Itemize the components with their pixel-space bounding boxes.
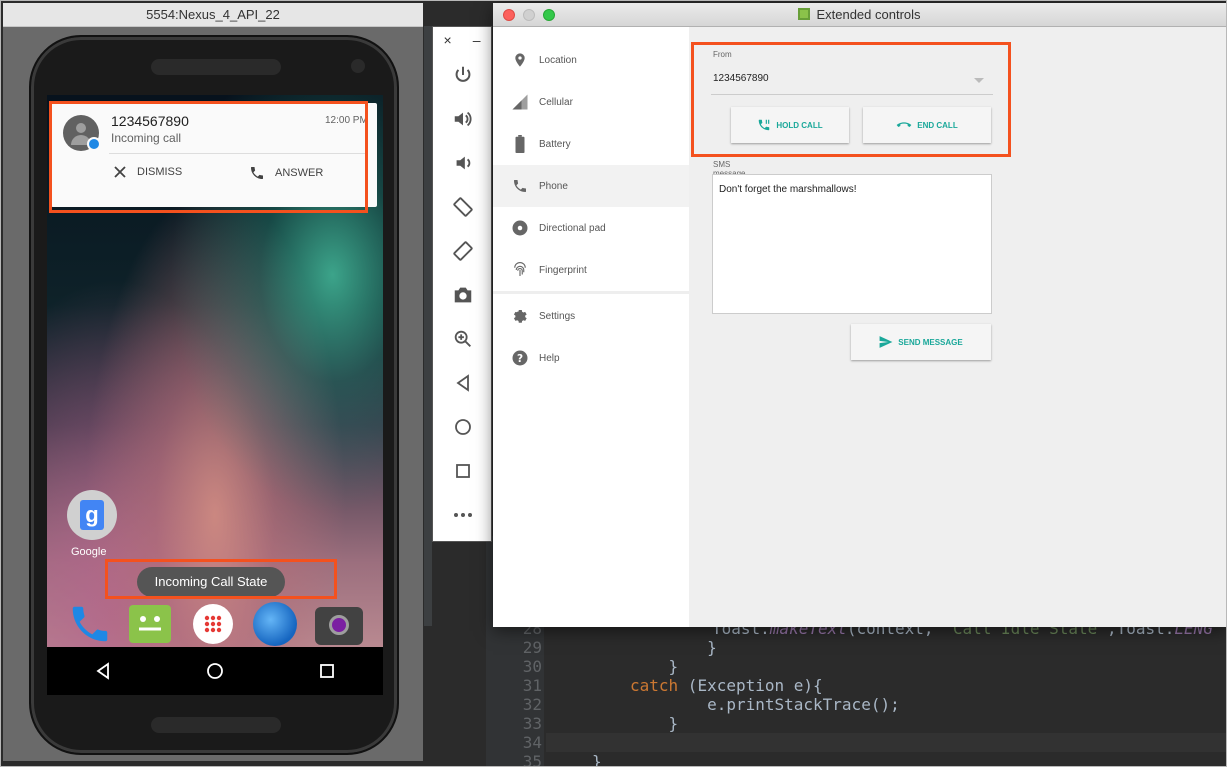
- sidebar-item-label: Battery: [539, 138, 571, 150]
- code-line-29: }: [630, 638, 717, 657]
- google-folder-icon[interactable]: g: [67, 490, 117, 540]
- speaker-grille: [151, 59, 281, 75]
- zoom-button[interactable]: [433, 317, 493, 361]
- sidebar-item-help[interactable]: ? Help: [493, 337, 689, 379]
- dpad-icon: [510, 218, 530, 238]
- emulator-title: 5554:Nexus_4_API_22: [3, 3, 423, 27]
- line-number: 31: [522, 676, 542, 695]
- highlight-box: [691, 42, 1011, 157]
- sidebar-item-battery[interactable]: Battery: [493, 123, 689, 165]
- toolbar-minimize-button[interactable]: –: [473, 32, 481, 48]
- line-number: 32: [522, 695, 542, 714]
- battery-icon: [510, 134, 530, 154]
- more-button[interactable]: [433, 493, 493, 537]
- home-icon: [455, 419, 471, 435]
- rotate-left-icon: [453, 197, 473, 217]
- help-icon: ?: [510, 348, 530, 368]
- code-line-32: e.printStackTrace();: [630, 695, 900, 714]
- sidebar-item-phone[interactable]: Phone: [493, 165, 689, 207]
- phone-screen[interactable]: 1234567890 Incoming call 12:00 PM DISMIS…: [47, 95, 383, 695]
- home-button[interactable]: [433, 405, 493, 449]
- zoom-icon: [454, 330, 471, 347]
- more-icon: [454, 513, 472, 517]
- sidebar-divider: [493, 291, 689, 294]
- fingerprint-icon: [510, 260, 530, 280]
- volume-down-icon: [456, 156, 471, 170]
- volume-up-button[interactable]: [433, 97, 493, 141]
- toolbar-close-button[interactable]: ×: [444, 32, 452, 48]
- sidebar-item-label: Cellular: [539, 96, 573, 108]
- power-button[interactable]: [433, 53, 493, 97]
- camera-app-icon[interactable]: [315, 607, 363, 645]
- line-number: 29: [522, 638, 542, 657]
- sidebar-item-label: Phone: [539, 180, 568, 192]
- rotate-left-button[interactable]: [433, 185, 493, 229]
- send-message-label: SEND MESSAGE: [898, 337, 963, 347]
- location-pin-icon: [510, 50, 530, 70]
- extended-controls-window: Extended controls Location Cellular Batt…: [493, 3, 1226, 627]
- overview-icon: [456, 464, 470, 478]
- volume-up-icon: [454, 111, 472, 127]
- caret-line-highlight: [546, 733, 1226, 752]
- camera-icon: [454, 287, 472, 303]
- android-nav-bar: [47, 647, 383, 695]
- signal-icon: [510, 92, 530, 112]
- front-camera: [351, 59, 365, 73]
- sidebar-item-label: Directional pad: [539, 222, 606, 234]
- power-icon: [455, 66, 471, 82]
- volume-down-button[interactable]: [433, 141, 493, 185]
- sidebar-item-settings[interactable]: Settings: [493, 295, 689, 337]
- back-icon[interactable]: [94, 662, 112, 680]
- sidebar-item-label: Fingerprint: [539, 264, 587, 276]
- app-drawer-icon[interactable]: [193, 604, 233, 644]
- toolbar-window-controls: × –: [433, 27, 491, 53]
- svg-text:?: ?: [517, 353, 523, 365]
- sidebar-item-fingerprint[interactable]: Fingerprint: [493, 249, 689, 291]
- speaker-grille: [151, 717, 281, 733]
- sidebar-item-location[interactable]: Location: [493, 39, 689, 81]
- code-line-35: }: [592, 752, 602, 767]
- sidebar-item-cellular[interactable]: Cellular: [493, 81, 689, 123]
- back-button[interactable]: [433, 361, 493, 405]
- line-number: 34: [522, 733, 542, 752]
- phone-icon: [510, 176, 530, 196]
- screenshot-button[interactable]: [433, 273, 493, 317]
- code-line-30: }: [630, 657, 679, 676]
- overview-button[interactable]: [433, 449, 493, 493]
- emulator-body: 1234567890 Incoming call 12:00 PM DISMIS…: [3, 27, 423, 761]
- sidebar-item-label: Location: [539, 54, 577, 66]
- sidebar-item-directional-pad[interactable]: Directional pad: [493, 207, 689, 249]
- app-icon: [798, 8, 811, 20]
- extended-controls-titlebar: Extended controls: [493, 3, 1226, 27]
- highlight-box: [49, 101, 368, 213]
- sms-message-field[interactable]: Don't forget the marshmallows!: [712, 174, 992, 314]
- line-number: 30: [522, 657, 542, 676]
- line-number: 35: [522, 752, 542, 767]
- messaging-app-icon[interactable]: [129, 605, 171, 643]
- rotate-right-button[interactable]: [433, 229, 493, 273]
- line-number: 33: [522, 714, 542, 733]
- code-line-31: catch (Exception e){: [630, 676, 823, 695]
- phone-frame: 1234567890 Incoming call 12:00 PM DISMIS…: [29, 35, 399, 755]
- browser-app-icon[interactable]: [253, 602, 297, 646]
- extended-controls-sidebar: Location Cellular Battery Phone Directio…: [493, 27, 689, 627]
- rotate-right-icon: [453, 241, 473, 261]
- overview-icon[interactable]: [318, 662, 336, 680]
- emulator-toolbar: × –: [432, 26, 492, 542]
- google-folder-label: Google: [71, 546, 107, 558]
- send-icon: [879, 336, 893, 348]
- emulator-window: 5554:Nexus_4_API_22 1234567890 Incoming …: [3, 3, 423, 761]
- back-icon: [456, 374, 469, 392]
- sidebar-item-label: Help: [539, 352, 560, 364]
- ide-side-strip: [424, 26, 432, 626]
- screen-root: 2 2 2 2 28 29 30 31 32 33 34 35 Toast.ma…: [0, 0, 1227, 767]
- sidebar-item-label: Settings: [539, 310, 576, 322]
- window-title: Extended controls: [493, 3, 1226, 27]
- gear-icon: [510, 306, 530, 326]
- phone-app-icon[interactable]: [67, 601, 113, 647]
- code-line-33: }: [630, 714, 679, 733]
- home-icon[interactable]: [206, 662, 224, 680]
- highlight-box: [105, 559, 337, 599]
- send-message-button[interactable]: SEND MESSAGE: [851, 324, 991, 360]
